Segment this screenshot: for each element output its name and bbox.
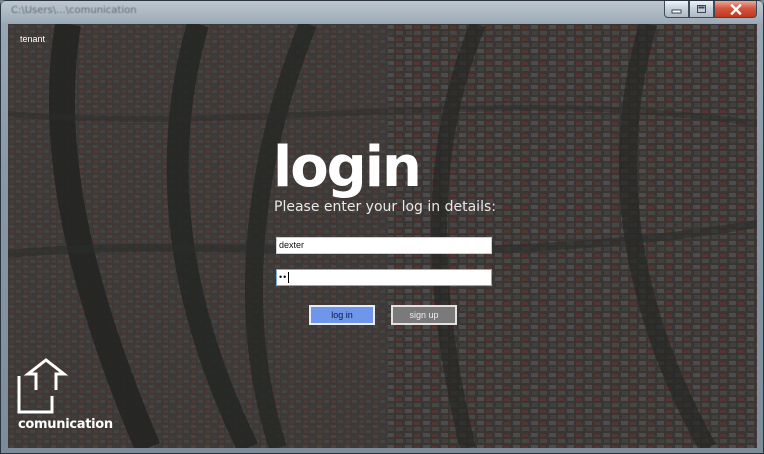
page-title: login <box>273 135 422 200</box>
username-value: dexter <box>279 240 305 250</box>
minimize-icon <box>671 9 682 13</box>
brand-name: comunication <box>18 417 113 432</box>
text-caret <box>288 272 290 283</box>
login-subtitle: Please enter your log in details: <box>274 199 496 215</box>
tenant-label: tenant <box>20 34 46 44</box>
password-input[interactable]: •• <box>276 269 492 286</box>
close-icon <box>729 3 742 15</box>
maximize-icon <box>697 5 706 13</box>
password-value: •• <box>279 272 288 282</box>
login-button[interactable]: log in <box>309 305 375 325</box>
username-input[interactable]: dexter <box>276 237 492 254</box>
close-button[interactable] <box>714 1 757 18</box>
maximize-button[interactable] <box>689 1 714 18</box>
app-window: C:\Users\...\comunication tenant login P… <box>0 0 764 454</box>
window-controls <box>664 1 757 18</box>
window-title: C:\Users\...\comunication <box>11 5 137 16</box>
box-arrow-up-icon <box>17 358 68 414</box>
signup-button[interactable]: sign up <box>391 305 457 325</box>
minimize-button[interactable] <box>664 1 689 18</box>
background-dim-overlay <box>8 24 757 448</box>
title-bar[interactable]: C:\Users\...\comunication <box>1 1 763 23</box>
login-screen: tenant login Please enter your log in de… <box>8 24 757 448</box>
